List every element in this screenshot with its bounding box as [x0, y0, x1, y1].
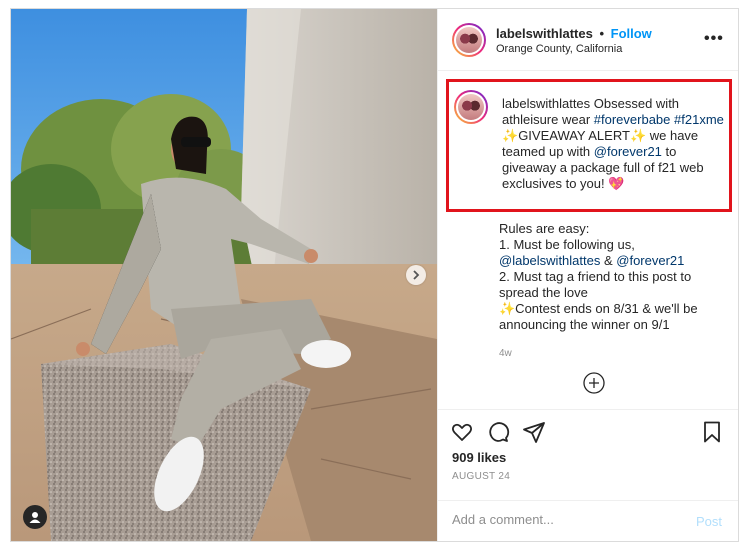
header-user-line: labelswithlattes • Follow — [496, 26, 652, 41]
post-date: AUGUST 24 — [452, 471, 511, 482]
mention-labelswithlattes[interactable]: @labelswithlattes — [499, 253, 600, 268]
username-link[interactable]: labelswithlattes — [496, 26, 593, 41]
hashtag-f21xme[interactable]: #f21xme — [674, 112, 724, 127]
giveaway-alert: GIVEAWAY ALERT — [518, 128, 630, 143]
share-icon[interactable] — [522, 420, 546, 444]
separator-dot: • — [599, 26, 604, 41]
rules-line-6: announcing the winner on 9/1 — [499, 317, 670, 332]
likes-count[interactable]: 909 likes — [452, 450, 506, 465]
rules-line-5: ✨Contest ends on 8/31 & we'll be — [499, 301, 698, 316]
bookmark-icon[interactable] — [700, 420, 724, 444]
sparkle-emoji: ✨ — [629, 128, 647, 143]
instagram-post: labelswithlattes • Follow Orange County,… — [10, 8, 739, 542]
next-arrow-icon[interactable] — [406, 265, 426, 285]
caption-highlight-box: labelswithlattes Obsessed with athleisur… — [446, 79, 732, 212]
mention-forever21[interactable]: @forever21 — [594, 144, 662, 159]
location-link[interactable]: Orange County, California — [496, 43, 622, 55]
comment-timestamp: 4w — [499, 348, 512, 359]
photo-scene — [11, 9, 437, 541]
comment-bar: Post — [438, 500, 738, 541]
comment-icon[interactable] — [486, 420, 510, 444]
post-photo[interactable] — [11, 9, 437, 541]
heart-emoji: 💖 — [608, 176, 625, 191]
caption-text: labelswithlattes Obsessed with athleisur… — [502, 96, 732, 192]
rules-line-1: 1. Must be following us, — [499, 237, 635, 252]
heart-icon[interactable] — [450, 420, 474, 444]
rules-line-2: @labelswithlattes & @forever21 — [499, 253, 729, 269]
caption-username[interactable]: labelswithlattes — [502, 96, 590, 111]
mention-forever21[interactable]: @forever21 — [616, 253, 684, 268]
caption-avatar[interactable] — [454, 90, 488, 124]
hashtag-foreverbabe[interactable]: #foreverbabe — [594, 112, 671, 127]
user-tag-icon[interactable] — [23, 505, 47, 529]
rules-text: Rules are easy: 1. Must be following us,… — [499, 221, 729, 333]
rules-line-4: spread the love — [499, 285, 588, 300]
rules-amp: & — [600, 253, 617, 268]
rules-title: Rules are easy: — [499, 221, 590, 236]
sparkle-emoji: ✨ — [502, 128, 519, 143]
avatar[interactable] — [452, 23, 486, 57]
comment-input[interactable] — [452, 512, 672, 527]
follow-button[interactable]: Follow — [611, 26, 652, 41]
rules-line-3: 2. Must tag a friend to this post to — [499, 269, 692, 284]
more-icon[interactable]: ••• — [704, 30, 724, 48]
post-header: labelswithlattes • Follow Orange County,… — [438, 9, 738, 71]
add-icon[interactable] — [583, 372, 605, 394]
action-bar: 909 likes AUGUST 24 Post — [438, 409, 738, 541]
post-button[interactable]: Post — [696, 514, 722, 529]
post-panel: labelswithlattes • Follow Orange County,… — [437, 9, 738, 541]
